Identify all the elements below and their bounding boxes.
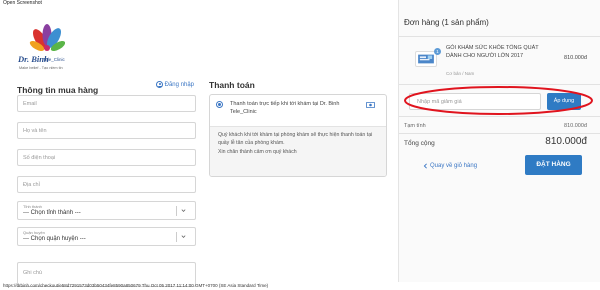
flower-petals-logo-icon <box>29 24 65 52</box>
status-url: https://drbinh.com/checkout/e58d7291573d… <box>3 283 269 288</box>
note-placeholder: Ghi chú <box>23 270 42 276</box>
order-summary-panel: Đơn hàng (1 sản phẩm) 1 GÓI KHÁM SỨC KHỎ… <box>398 0 600 282</box>
payment-radio[interactable] <box>216 101 223 108</box>
subtotal-value: 810.000đ <box>564 123 587 129</box>
address-placeholder: Địa chỉ <box>23 181 40 188</box>
district-value: --- Chọn quận huyện --- <box>23 236 86 242</box>
product-variant: Cơ bản / Nam <box>446 71 475 76</box>
payment-option-label: Thanh toán trực tiếp khi tới khám tại Dr… <box>230 101 340 115</box>
user-circle-icon <box>155 81 163 88</box>
chevron-left-icon <box>423 163 427 169</box>
back-to-cart-label: Quay về giỏ hàng <box>430 163 478 169</box>
total-value: 810.000đ <box>545 136 587 147</box>
place-order-button[interactable]: ĐẶT HÀNG <box>525 155 582 175</box>
payment-thanks-text: Xin chân thành cảm ơn quý khách <box>218 149 297 155</box>
brand-logo[interactable]: Dr. Binh Tele_Clinic Make belief - Tạo n… <box>17 24 77 74</box>
cash-icon <box>366 102 375 108</box>
payment-section: Thanh toán Thanh toán trực tiếp khi tới … <box>209 80 387 177</box>
payment-description-text: Quý khách khi tới khám tại phòng khám sẽ… <box>218 132 373 146</box>
divider <box>399 116 600 117</box>
screenshot-caption: Open Screenshot <box>3 0 42 6</box>
apply-discount-button[interactable]: Áp dụng <box>547 93 581 110</box>
email-field[interactable]: Email <box>17 95 196 112</box>
chevron-down-icon <box>181 209 186 212</box>
brand-sub: Tele_Clinic <box>43 56 65 62</box>
phone-placeholder: Số điện thoại <box>23 154 56 161</box>
province-value: --- Chọn tỉnh thành --- <box>23 210 81 216</box>
product-price: 810.000đ <box>564 55 587 61</box>
email-placeholder: Email <box>23 100 37 107</box>
product-name: GÓI KHÁM SỨC KHỎE TỔNG QUÁT DÀNH CHO NGƯ… <box>446 45 539 59</box>
district-select[interactable]: Quận huyện --- Chọn quận huyện --- <box>17 227 196 246</box>
select-divider <box>176 206 177 216</box>
name-placeholder: Họ và tên <box>23 127 47 134</box>
payment-description: Quý khách khi tới khám tại phòng khám sẽ… <box>210 127 386 176</box>
divider <box>399 36 600 37</box>
select-divider <box>176 232 177 242</box>
total-label: Tổng cộng <box>404 140 435 147</box>
discount-code-input[interactable]: Nhập mã giảm giá <box>409 93 541 110</box>
phone-field[interactable]: Số điện thoại <box>17 149 196 166</box>
chevron-down-icon <box>181 235 186 238</box>
full-name-field[interactable]: Họ và tên <box>17 122 196 139</box>
customer-info-title: Thông tin mua hàng <box>17 85 99 95</box>
quantity-badge: 1 <box>434 48 441 55</box>
customer-info-header: Thông tin mua hàng Đăng nhập <box>17 80 196 95</box>
address-field[interactable]: Địa chỉ <box>17 176 196 193</box>
subtotal-label: Tạm tính <box>404 123 426 129</box>
customer-info-form: Thông tin mua hàng Đăng nhập Email Họ và… <box>17 80 196 287</box>
product-image-icon <box>418 54 434 64</box>
back-to-cart-link[interactable]: Quay về giỏ hàng <box>423 163 477 169</box>
payment-option-cash[interactable]: Thanh toán trực tiếp khi tới khám tại Dr… <box>210 95 386 127</box>
payment-title: Thanh toán <box>209 80 255 90</box>
brand-tagline: Make belief - Tạo niềm tin <box>19 66 63 70</box>
login-label: Đăng nhập <box>164 81 194 88</box>
payment-methods-box: Thanh toán trực tiếp khi tới khám tại Dr… <box>209 94 387 177</box>
divider <box>399 133 600 134</box>
divider <box>399 84 600 85</box>
province-select[interactable]: Tỉnh thành --- Chọn tỉnh thành --- <box>17 201 196 220</box>
login-link[interactable]: Đăng nhập <box>155 81 194 88</box>
order-summary-title: Đơn hàng (1 sản phẩm) <box>404 18 489 27</box>
discount-placeholder: Nhập mã giảm giá <box>417 98 462 105</box>
